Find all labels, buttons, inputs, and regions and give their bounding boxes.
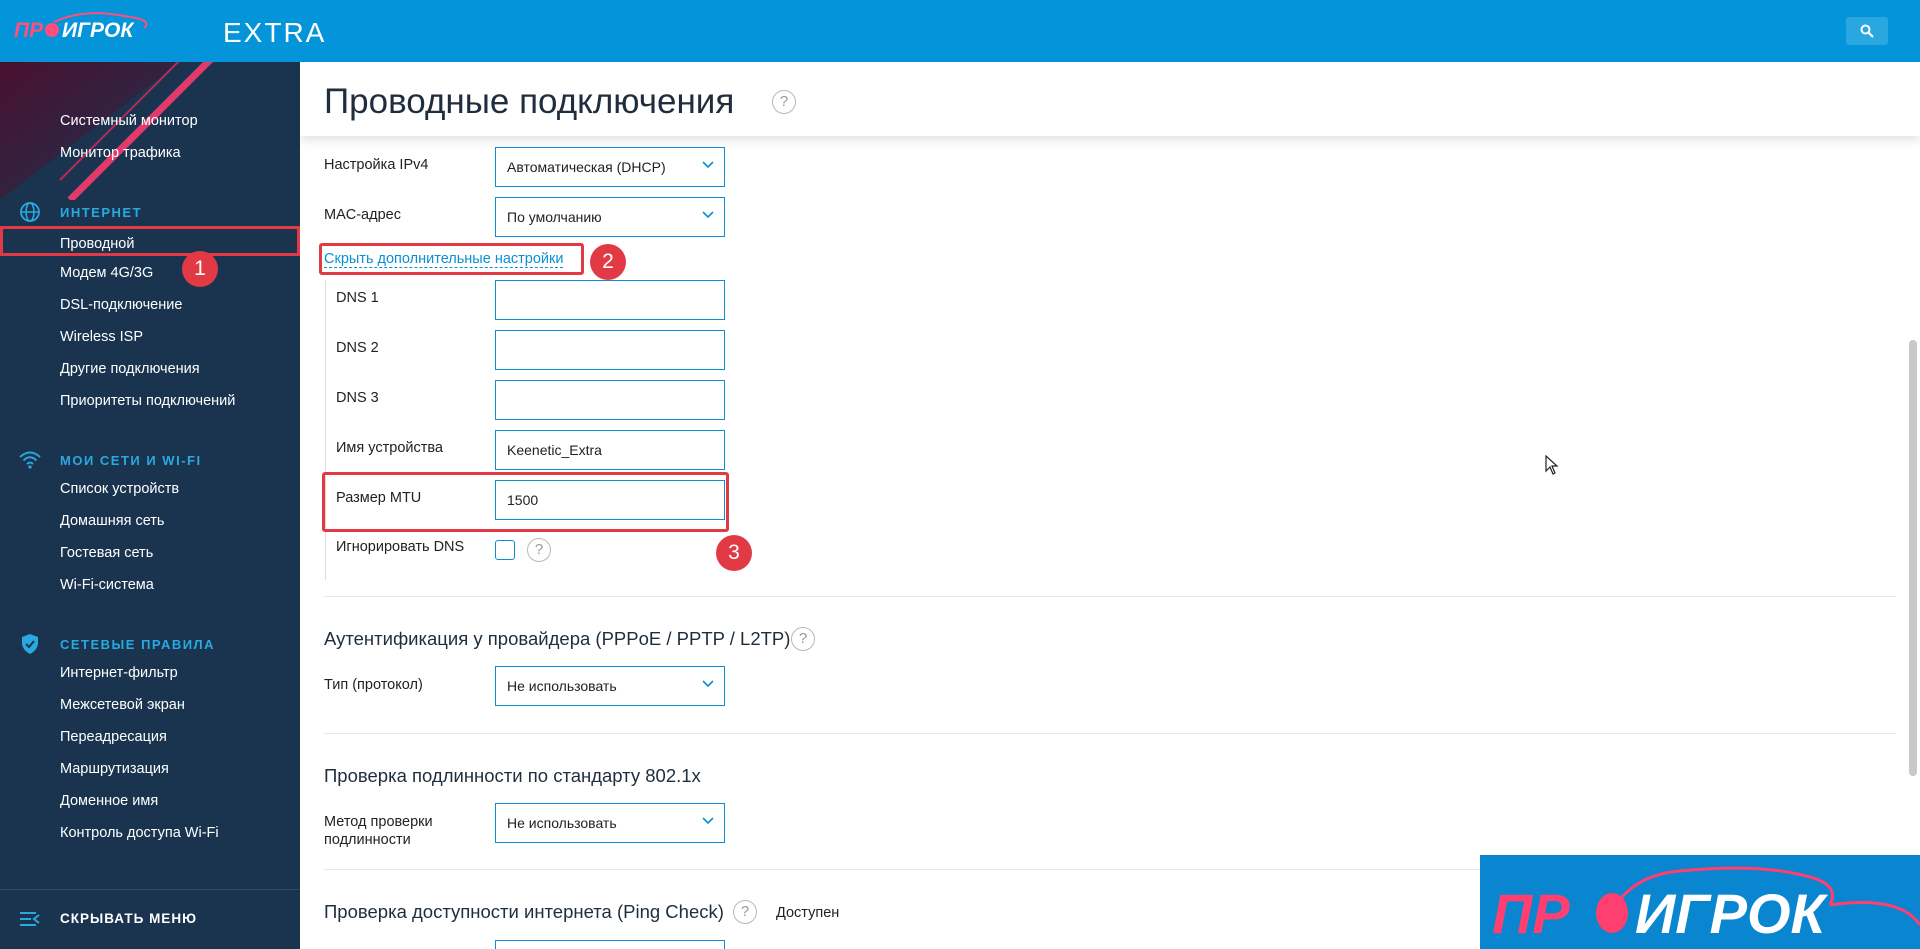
- sidebar-section-title: СЕТЕВЫЕ ПРАВИЛА: [60, 636, 216, 652]
- chevron-down-icon: [702, 211, 714, 219]
- ignore-dns-help-icon[interactable]: ?: [527, 538, 551, 562]
- collapse-menu-button[interactable]: СКРЫВАТЬ МЕНЮ: [0, 889, 300, 949]
- protocol-select-value: Не использовать: [507, 678, 617, 694]
- dns1-field[interactable]: [495, 280, 725, 320]
- sidebar-section-rules: СЕТЕВЫЕ ПРАВИЛА: [0, 631, 300, 657]
- sidebar-item-wifi-access-control[interactable]: Контроль доступа Wi-Fi: [60, 823, 219, 843]
- sidebar-item-guest-network[interactable]: Гостевая сеть: [60, 543, 153, 563]
- protocol-label: Тип (протокол): [324, 677, 423, 693]
- auth-section-title: Аутентификация у провайдера (PPPoE / PPT…: [324, 628, 791, 649]
- title-help-icon[interactable]: ?: [772, 90, 796, 114]
- sidebar-item-system-monitor[interactable]: Системный монитор: [60, 111, 198, 131]
- scrollbar[interactable]: [1909, 340, 1917, 776]
- svg-text:ИГРОК: ИГРОК: [1635, 882, 1829, 945]
- section-divider: [324, 733, 1896, 734]
- protocol-select[interactable]: Не использовать: [495, 666, 725, 706]
- sidebar-item-connection-priorities[interactable]: Приоритеты подключений: [60, 391, 235, 411]
- annotation-highlight-wired: [0, 226, 300, 256]
- sidebar-item-traffic-monitor[interactable]: Монитор трафика: [60, 143, 181, 163]
- mac-select-value: По умолчанию: [507, 209, 602, 225]
- sidebar-item-port-forwarding[interactable]: Переадресация: [60, 727, 167, 747]
- sidebar: Системный монитор Монитор трафика ИНТЕРН…: [0, 0, 300, 949]
- sidebar-item-wifi-system[interactable]: Wi-Fi-система: [60, 575, 154, 595]
- dot1x-method-label: Метод проверки подлинности: [324, 814, 433, 848]
- ping-select[interactable]: [495, 940, 725, 949]
- collapse-menu-label: СКРЫВАТЬ МЕНЮ: [60, 911, 197, 926]
- dot1x-method-select-value: Не использовать: [507, 815, 617, 831]
- device-name-field[interactable]: Keenetic_Extra: [495, 430, 725, 470]
- annotation-badge-1: 1: [182, 251, 218, 287]
- device-name-label: Имя устройства: [336, 440, 443, 456]
- globe-icon: [20, 202, 40, 222]
- sidebar-item-modem[interactable]: Модем 4G/3G: [60, 263, 153, 283]
- annotation-badge-3: 3: [716, 535, 752, 571]
- sidebar-section-networks: МОИ СЕТИ И WI-FI: [0, 447, 300, 473]
- mac-select[interactable]: По умолчанию: [495, 197, 725, 237]
- ipv4-select[interactable]: Автоматическая (DHCP): [495, 147, 725, 187]
- sidebar-item-domain-name[interactable]: Доменное имя: [60, 791, 158, 811]
- ping-status: Доступен: [776, 905, 840, 921]
- chevron-down-icon: [702, 817, 714, 825]
- annotation-badge-2: 2: [590, 244, 626, 280]
- dot1x-section-title: Проверка подлинности по стандарту 802.1x: [324, 765, 701, 786]
- svg-text:ПР: ПР: [1492, 882, 1570, 945]
- ping-section-title: Проверка доступности интернета (Ping Che…: [324, 901, 724, 922]
- ipv4-select-value: Автоматическая (DHCP): [507, 159, 666, 175]
- chevron-down-icon: [702, 161, 714, 169]
- sidebar-item-firewall[interactable]: Межсетевой экран: [60, 695, 185, 715]
- top-bar: ПР ИГРОК EXTRA: [0, 0, 1920, 62]
- sidebar-section-title: МОИ СЕТИ И WI-FI: [60, 452, 202, 468]
- collapse-menu-icon: [20, 912, 40, 926]
- wifi-icon: [19, 451, 41, 469]
- dot1x-method-select[interactable]: Не использовать: [495, 803, 725, 843]
- ignore-dns-label: Игнорировать DNS: [336, 539, 465, 555]
- dns1-label: DNS 1: [336, 290, 379, 306]
- sidebar-section-internet: ИНТЕРНЕТ: [0, 199, 300, 225]
- sidebar-item-home-network[interactable]: Домашняя сеть: [60, 511, 164, 531]
- sidebar-item-dsl[interactable]: DSL-подключение: [60, 295, 182, 315]
- search-icon: [1860, 24, 1874, 38]
- dns2-field[interactable]: [495, 330, 725, 370]
- annotation-highlight-mtu: [322, 472, 729, 532]
- edition-label: EXTRA: [223, 17, 327, 48]
- shield-icon: [22, 634, 38, 654]
- ignore-dns-checkbox[interactable]: [495, 540, 515, 560]
- sidebar-item-other-connections[interactable]: Другие подключения: [60, 359, 200, 379]
- svg-text:ИГРОК: ИГРОК: [62, 19, 135, 42]
- search-button[interactable]: [1846, 17, 1888, 45]
- mouse-cursor-icon: [1545, 455, 1559, 475]
- sidebar-section-title: ИНТЕРНЕТ: [60, 204, 143, 220]
- brand-logo[interactable]: ПР ИГРОК: [14, 10, 164, 50]
- mac-label: MAC-адрес: [324, 207, 401, 223]
- ping-help-icon[interactable]: ?: [733, 900, 757, 924]
- sidebar-item-device-list[interactable]: Список устройств: [60, 479, 179, 499]
- sidebar-item-wireless-isp[interactable]: Wireless ISP: [60, 327, 143, 347]
- sidebar-item-routing[interactable]: Маршрутизация: [60, 759, 169, 779]
- advanced-settings-border: [325, 280, 326, 580]
- ipv4-label: Настройка IPv4: [324, 157, 429, 173]
- chevron-down-icon: [702, 680, 714, 688]
- page-header: Проводные подключения: [300, 62, 1920, 136]
- annotation-highlight-advanced: [319, 243, 584, 275]
- page-title: Проводные подключения: [324, 82, 735, 121]
- sidebar-item-internet-filter[interactable]: Интернет-фильтр: [60, 663, 178, 683]
- dns2-label: DNS 2: [336, 340, 379, 356]
- dns3-label: DNS 3: [336, 390, 379, 406]
- watermark-logo: ПР ИГРОК: [1480, 855, 1920, 949]
- dns3-field[interactable]: [495, 380, 725, 420]
- svg-text:ПР: ПР: [14, 19, 44, 42]
- auth-help-icon[interactable]: ?: [791, 627, 815, 651]
- section-divider: [324, 596, 1896, 597]
